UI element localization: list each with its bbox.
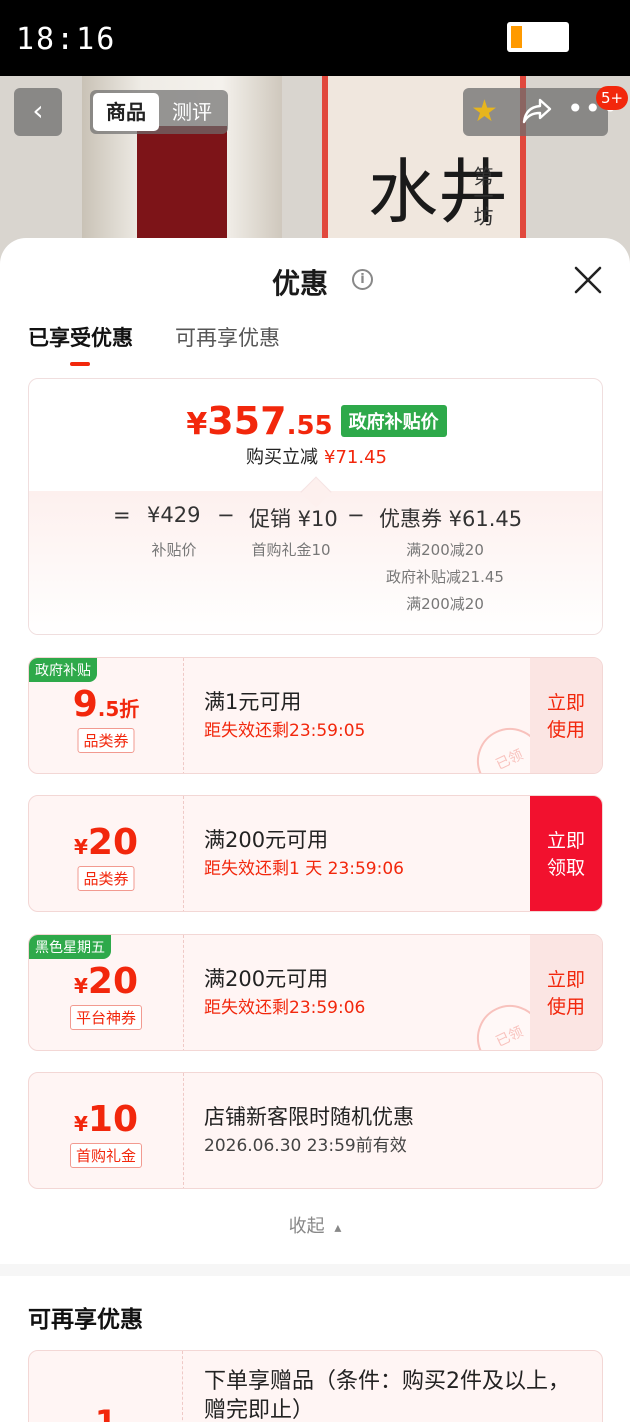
gift-value-panel: 1	[29, 1351, 183, 1422]
formula-promo: 促销 ¥10	[249, 507, 338, 531]
coupon-currency: ¥	[73, 835, 88, 859]
save-amount: ¥71.45	[324, 447, 387, 468]
collapse-label: 收起	[288, 1216, 325, 1237]
coupon-divider	[183, 1073, 184, 1188]
star-icon[interactable]: ★	[471, 94, 498, 129]
coupon-card: ¥20 品类券 满200元可用 距失效还剩1 天 23:59:06 立即 领取	[28, 795, 603, 912]
coupon-divider	[183, 658, 184, 773]
product-label-red	[137, 126, 227, 246]
sheet-title: 优惠	[271, 267, 328, 300]
gift-card[interactable]: 1 下单享赠品（条件：购买2件及以上，赠完即止）	[28, 1350, 603, 1422]
share-icon[interactable]	[521, 96, 553, 126]
coupon-divider	[183, 796, 184, 911]
back-button[interactable]: ‹	[14, 88, 62, 136]
action-label: 立即 使用	[546, 691, 585, 741]
price-formula: = ¥429 补贴价 − 促销 ¥10 首购礼金10 − 优惠券 ¥61.45 …	[29, 503, 602, 633]
coupon-value-small: .5折	[97, 697, 140, 721]
coupon-value: ¥10	[29, 1099, 183, 1140]
save-label: 购买立减	[246, 447, 318, 468]
coupon-value-big: 20	[87, 822, 139, 863]
discount-tabs: 已享受优惠 可再享优惠	[28, 322, 280, 366]
claim-now-button[interactable]: 立即 领取	[530, 796, 602, 911]
formula-equals: =	[113, 503, 131, 527]
coupon-value: ¥20	[29, 961, 183, 1002]
coupon-card: 9.5折 品类券 政府补贴 满1元可用 距失效还剩23:59:05 已领 立即 …	[28, 657, 603, 774]
coupon-currency: ¥	[73, 1112, 88, 1136]
formula-minus-1: −	[217, 503, 235, 527]
coupon-kind: 品类券	[77, 866, 135, 891]
tab-available[interactable]: 可再享优惠	[175, 322, 280, 352]
formula-coupon-sub-1: 满200减20	[406, 541, 484, 559]
status-bar: 18:16	[0, 0, 630, 76]
coupon-divider	[183, 935, 184, 1050]
tab-product[interactable]: 商品	[93, 93, 159, 131]
use-now-button[interactable]: 立即 使用	[530, 935, 602, 1050]
formula-coupon-sub-2: 政府补贴减21.45	[386, 568, 504, 586]
coupon-kind: 首购礼金	[69, 1143, 143, 1168]
action-label: 立即 使用	[546, 968, 585, 1018]
price-currency: ¥	[186, 407, 208, 442]
more-discounts-title: 可再享优惠	[28, 1307, 143, 1333]
price-summary-card: ¥357.55 政府补贴价 购买立减 ¥71.45 = ¥429 补贴价 − 促销 …	[28, 378, 603, 635]
formula-base-label: 补贴价	[151, 541, 197, 559]
battery-level	[511, 26, 522, 48]
back-arrow-icon: ‹	[32, 94, 44, 127]
formula-minus-2: −	[347, 503, 365, 527]
info-icon[interactable]: i	[352, 269, 373, 290]
section-divider	[0, 1264, 630, 1276]
price-integer: 357	[207, 399, 287, 443]
notification-badge: 5+	[596, 86, 629, 110]
coupon-value-big: 20	[87, 961, 139, 1002]
product-tabs: 商品 测评	[90, 90, 228, 134]
coupon-kind: 平台神券	[69, 1005, 143, 1030]
coupon-value: 9.5折	[29, 684, 183, 725]
coupon-expiry: 2026.06.30 23:59前有效	[204, 1136, 407, 1156]
formula-promo-sub: 首购礼金10	[251, 541, 331, 559]
status-time: 18:16	[16, 22, 117, 57]
coupon-card: ¥20 平台神券 黑色星期五 满200元可用 距失效还剩23:59:06 已领 …	[28, 934, 603, 1051]
coupon-condition: 满200元可用	[204, 967, 329, 991]
gov-subsidy-tag: 政府补贴价	[340, 405, 447, 437]
coupon-value: ¥20	[29, 822, 183, 863]
gift-value: 1	[94, 1403, 118, 1422]
coupon-card: ¥10 首购礼金 店铺新客限时随机优惠 2026.06.30 23:59前有效	[28, 1072, 603, 1189]
coupon-expiry: 距失效还剩1 天 23:59:06	[204, 859, 404, 879]
coupon-value-big: 10	[87, 1099, 139, 1140]
formula-coupon-total: 优惠券 ¥61.45	[379, 507, 523, 531]
coupon-value-big: 9	[72, 684, 98, 725]
gift-description: 下单享赠品（条件：购买2件及以上，赠完即止）	[204, 1369, 570, 1422]
discount-sheet: 优惠 i 已享受优惠 可再享优惠 ¥357.55 政府补贴价 购买立减 ¥71.45…	[0, 238, 630, 1422]
collapse-button[interactable]: 收起 ▴	[0, 1212, 630, 1238]
formula-coupon-sub-3: 满200减20	[406, 595, 484, 613]
action-label: 立即 领取	[546, 829, 585, 879]
formula-base-price: ¥429	[147, 503, 201, 527]
coupon-expiry: 距失效还剩23:59:05	[204, 721, 366, 741]
coupon-condition: 店铺新客限时随机优惠	[204, 1105, 414, 1129]
product-subtext: 第一坊	[470, 166, 494, 226]
tab-review[interactable]: 测评	[159, 93, 225, 131]
battery-icon	[507, 22, 569, 52]
close-icon[interactable]	[572, 264, 604, 296]
coupon-corner-tag: 黑色星期五	[29, 935, 111, 959]
coupon-expiry: 距失效还剩23:59:06	[204, 998, 366, 1018]
use-now-button[interactable]: 立即 使用	[530, 658, 602, 773]
save-row: 购买立减 ¥71.45	[29, 443, 602, 469]
header-actions: ★ •••	[463, 88, 619, 136]
price-decimal: .55	[286, 411, 333, 441]
coupon-kind: 品类券	[77, 728, 135, 753]
chevron-up-icon: ▴	[334, 1220, 342, 1236]
coupon-value-panel: ¥20 品类券	[29, 796, 183, 911]
coupon-condition: 满1元可用	[204, 690, 302, 714]
coupon-corner-tag: 政府补贴	[29, 658, 97, 682]
coupon-currency: ¥	[73, 974, 88, 998]
tab-enjoyed[interactable]: 已享受优惠	[28, 322, 133, 366]
final-price: ¥357.55 政府补贴价	[29, 399, 602, 443]
coupon-condition: 满200元可用	[204, 828, 329, 852]
coupon-value-panel: ¥10 首购礼金	[29, 1073, 183, 1188]
